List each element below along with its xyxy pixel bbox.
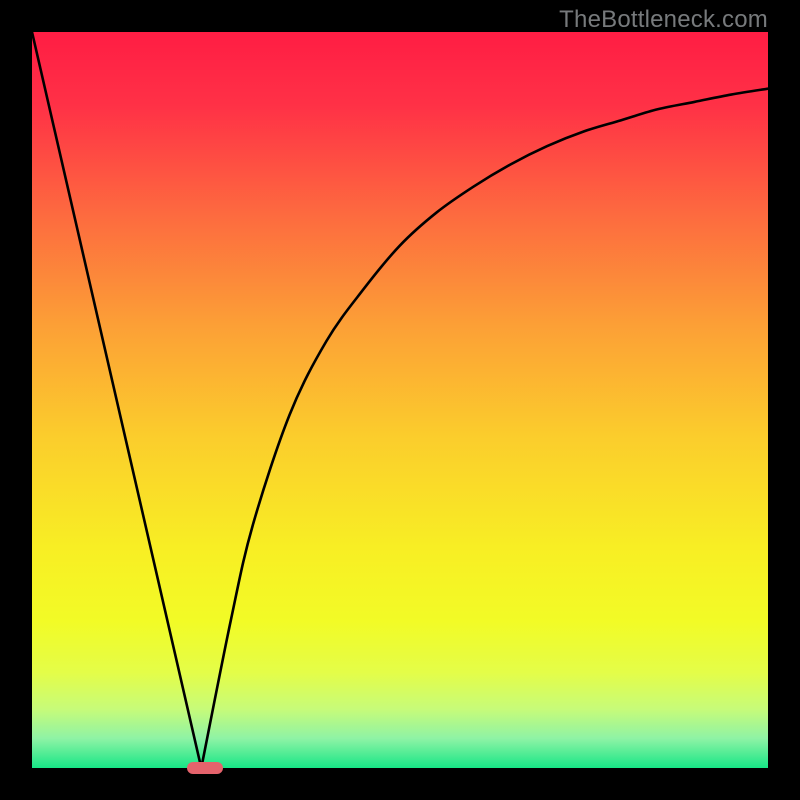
chart-frame: TheBottleneck.com <box>0 0 800 800</box>
curve-layer <box>32 32 768 768</box>
optimum-marker <box>187 762 224 774</box>
bottleneck-curve <box>32 32 768 779</box>
watermark-text: TheBottleneck.com <box>559 6 768 34</box>
plot-area <box>32 32 768 768</box>
